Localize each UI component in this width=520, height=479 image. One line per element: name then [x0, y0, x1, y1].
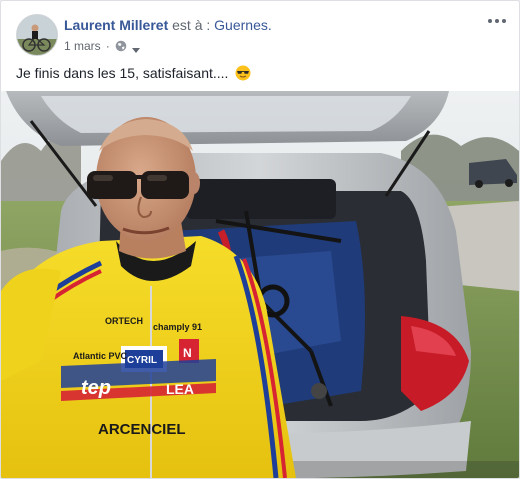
- jersey-sponsor-text: LEA: [166, 381, 194, 397]
- post-date[interactable]: 1 mars: [64, 38, 101, 54]
- post-text: Je finis dans les 15, satisfaisant....: [16, 65, 229, 81]
- jersey-sponsor-text: champly 91: [153, 322, 202, 332]
- jersey-logo-text: ORTECH: [105, 316, 143, 326]
- cool-sunglasses-emoji-icon: [235, 65, 251, 81]
- author-name[interactable]: Laurent Milleret: [64, 17, 168, 33]
- meta-separator: ·: [105, 39, 110, 53]
- jersey-sponsor-text: CYRIL: [127, 355, 157, 366]
- post-meta: 1 mars ·: [64, 38, 140, 54]
- location-prefix: est à :: [172, 17, 211, 33]
- globe-icon[interactable]: [115, 40, 127, 52]
- more-horizontal-icon[interactable]: [487, 14, 507, 28]
- jersey-sponsor-text: N: [183, 346, 192, 360]
- jersey-sponsor-text: Atlantic PVC: [73, 351, 128, 361]
- caret-down-icon[interactable]: [131, 42, 140, 53]
- post-photo[interactable]: ORTECH champly 91 CYRIL N Atlantic PVC t…: [1, 91, 519, 478]
- author-line: Laurent Milleret est à : Guernes.: [64, 16, 272, 34]
- post-message: Je finis dans les 15, satisfaisant....: [16, 63, 251, 83]
- jersey-sponsor-text: ARCENCIEL: [98, 421, 186, 438]
- post-header: Laurent Milleret est à : Guernes. 1 mars…: [16, 14, 509, 58]
- location-link[interactable]: Guernes.: [214, 17, 272, 33]
- author-avatar[interactable]: [16, 14, 58, 56]
- facebook-post: Laurent Milleret est à : Guernes. 1 mars…: [0, 0, 520, 479]
- jersey-sponsor-text: tep: [81, 377, 111, 399]
